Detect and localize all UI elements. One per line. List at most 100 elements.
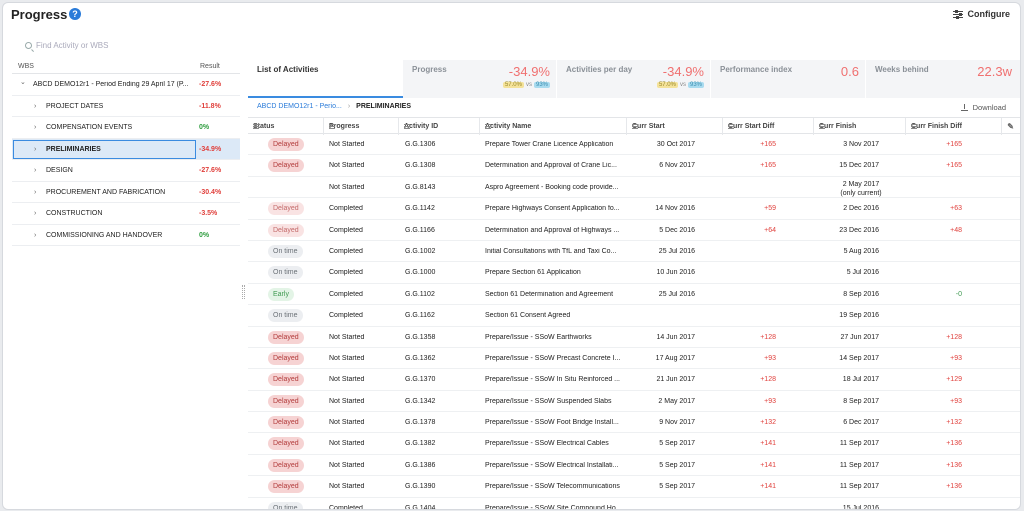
curr-start-diff-cell: +141: [760, 483, 776, 491]
table-row[interactable]: On time Completed G.G.1404 Prepare/Issue - …: [248, 498, 1020, 509]
activity-id-cell: G.G.1102: [405, 290, 435, 298]
curr-start-cell: 17 Aug 2017: [655, 354, 695, 362]
progress-cell: Not Started: [329, 376, 365, 384]
column-menu-icon[interactable]: [632, 124, 638, 129]
breadcrumb-root[interactable]: ABCD DEMO12r1 - Perio...: [257, 103, 342, 110]
status-badge: On time: [268, 266, 303, 280]
search-box[interactable]: Find Activity or WBS: [25, 41, 108, 50]
metric-progress[interactable]: Progress -34.9% 57.0% vs 93%: [403, 60, 556, 98]
wbs-item[interactable]: › PRELIMINARIES -34.9%: [12, 138, 240, 160]
table-row[interactable]: On time Completed G.G.1002 Initial Consulta…: [248, 241, 1020, 263]
curr-start-cell: 5 Sep 2017: [659, 483, 695, 491]
wbs-item[interactable]: › PROCUREMENT AND FABRICATION -30.4%: [12, 182, 240, 203]
chevron-right-icon[interactable]: ›: [34, 232, 36, 239]
curr-start-diff-cell: +128: [760, 333, 776, 341]
column-header-label: Curr Start Diff: [728, 123, 775, 130]
column-header[interactable]: Status: [248, 118, 324, 135]
wbs-item[interactable]: ⌄ ABCD DEMO12r1 - Period Ending 29 April …: [12, 74, 240, 96]
table-row[interactable]: Delayed Not Started G.G.1308 Determination …: [248, 155, 1020, 177]
table-row[interactable]: On time Completed G.G.1162 Section 61 Conse…: [248, 305, 1020, 327]
wbs-item-label: CONSTRUCTION: [46, 210, 103, 217]
table-row[interactable]: On time Completed G.G.1000 Prepare Section …: [248, 262, 1020, 284]
chevron-right-icon[interactable]: ›: [34, 124, 36, 131]
metric-performance-index[interactable]: Performance index 0.6: [711, 60, 865, 98]
table-row[interactable]: Delayed Completed G.G.1166 Determination an…: [248, 220, 1020, 241]
metric-weeks-behind[interactable]: Weeks behind 22.3w: [866, 60, 1020, 98]
table-row[interactable]: Early Completed G.G.1102 Section 61 Determi…: [248, 284, 1020, 306]
table-row[interactable]: Delayed Not Started G.G.1370 Prepare/Issue …: [248, 369, 1020, 391]
wbs-item[interactable]: › DESIGN -27.6%: [12, 160, 240, 182]
help-icon[interactable]: ?: [69, 8, 81, 20]
curr-start-cell: 25 Jul 2016: [658, 247, 695, 255]
chevron-right-icon[interactable]: ›: [34, 210, 36, 217]
table-row[interactable]: Not Started G.G.8143 Aspro Agreement - Boo…: [248, 177, 1020, 199]
activity-id-cell: G.G.1142: [405, 205, 435, 213]
column-menu-icon[interactable]: [485, 124, 491, 129]
activity-name-cell: Prepare/Issue - SSoW Electrical Cables: [485, 440, 609, 448]
column-header[interactable]: Curr Finish Diff: [906, 118, 1002, 135]
wbs-item-result: 0%: [199, 124, 210, 131]
chevron-right-icon[interactable]: ›: [34, 189, 36, 196]
column-menu-icon[interactable]: [819, 124, 825, 129]
edit-columns-icon[interactable]: ✎: [1007, 122, 1014, 131]
table-row[interactable]: Delayed Not Started G.G.1342 Prepare/Issue …: [248, 391, 1020, 413]
search-input[interactable]: Find Activity or WBS: [36, 41, 108, 50]
chevron-right-icon[interactable]: ›: [34, 146, 36, 153]
column-header[interactable]: Curr Start Diff: [723, 118, 814, 135]
curr-finish-cell: 6 Dec 2017: [843, 419, 879, 427]
configure-button[interactable]: Configure: [952, 9, 1011, 19]
table-row[interactable]: Delayed Not Started G.G.1362 Prepare/Issue …: [248, 348, 1020, 370]
table-row[interactable]: Delayed Not Started G.G.1358 Prepare/Issue …: [248, 327, 1020, 348]
column-menu-icon[interactable]: [329, 124, 335, 129]
wbs-item-result: -27.6%: [199, 167, 222, 174]
activity-name-cell: Section 61 Determination and Agreement: [485, 290, 614, 298]
curr-finish-cell: 2 May 2017 (only current): [823, 180, 899, 198]
wbs-item[interactable]: › COMPENSATION EVENTS 0%: [12, 117, 240, 139]
curr-finish-diff-cell: -0: [955, 290, 962, 298]
column-menu-icon[interactable]: [404, 124, 410, 129]
column-header[interactable]: Activity Name: [480, 118, 627, 135]
download-button[interactable]: Download: [960, 103, 1006, 112]
curr-finish-diff-cell: +136: [946, 440, 962, 448]
wbs-item-result: -3.5%: [199, 210, 218, 217]
curr-finish-cell: 19 Sep 2016: [839, 312, 879, 320]
activity-name-cell: Determination and Approval of Crane Lic.…: [485, 162, 617, 170]
table-row[interactable]: Delayed Not Started G.G.1306 Prepare Tower …: [248, 134, 1020, 156]
tab-list-of-activities[interactable]: List of Activities: [248, 60, 403, 98]
configure-label: Configure: [967, 9, 1011, 19]
curr-finish-diff-cell: +165: [946, 162, 962, 170]
table-row[interactable]: Delayed Not Started G.G.1382 Prepare/Issue …: [248, 433, 1020, 455]
column-menu-icon[interactable]: [911, 124, 917, 129]
search-icon: [25, 42, 32, 49]
column-header[interactable]: Progress: [324, 118, 399, 135]
table-row[interactable]: Delayed Not Started G.G.1390 Prepare/Issue …: [248, 476, 1020, 498]
table-row[interactable]: Delayed Not Started G.G.1378 Prepare/Issue …: [248, 412, 1020, 434]
wbs-item[interactable]: › CONSTRUCTION -3.5%: [12, 203, 240, 225]
progress-cell: Not Started: [329, 162, 365, 170]
progress-cell: Not Started: [329, 440, 365, 448]
chevron-down-icon[interactable]: ⌄: [20, 78, 26, 86]
column-header[interactable]: Activity ID: [399, 118, 480, 135]
activity-id-cell: G.G.1386: [405, 461, 436, 469]
wbs-item[interactable]: › COMMISSIONING AND HANDOVER 0%: [12, 225, 240, 246]
table-row[interactable]: Delayed Completed G.G.1142 Prepare Highways…: [248, 198, 1020, 220]
curr-start-cell: 14 Nov 2016: [655, 205, 695, 213]
activity-id-cell: G.G.1002: [405, 247, 436, 255]
column-header[interactable]: Curr Finish: [814, 118, 906, 135]
table-row[interactable]: Delayed Not Started G.G.1386 Prepare/Issue …: [248, 455, 1020, 477]
status-badge: Delayed: [268, 330, 304, 344]
metric-activities-per-day[interactable]: Activities per day -34.9% 57.0% vs 93%: [557, 60, 710, 98]
chevron-right-icon: ›: [347, 103, 351, 110]
curr-finish-cell: 8 Sep 2017: [843, 397, 879, 405]
panel-resize-handle[interactable]: [242, 285, 245, 299]
column-menu-icon[interactable]: [253, 124, 259, 129]
curr-finish-cell: 23 Dec 2016: [839, 226, 879, 234]
chevron-right-icon[interactable]: ›: [34, 167, 36, 174]
curr-finish-cell: 27 Jun 2017: [840, 333, 879, 341]
curr-start-cell: 5 Dec 2016: [659, 226, 695, 234]
column-menu-icon[interactable]: [728, 124, 734, 129]
activity-name-cell: Prepare Highways Consent Application fo.…: [485, 205, 620, 213]
chevron-right-icon[interactable]: ›: [34, 103, 36, 110]
column-header[interactable]: Curr Start: [627, 118, 723, 135]
wbs-item[interactable]: › PROJECT DATES -11.8%: [12, 96, 240, 117]
